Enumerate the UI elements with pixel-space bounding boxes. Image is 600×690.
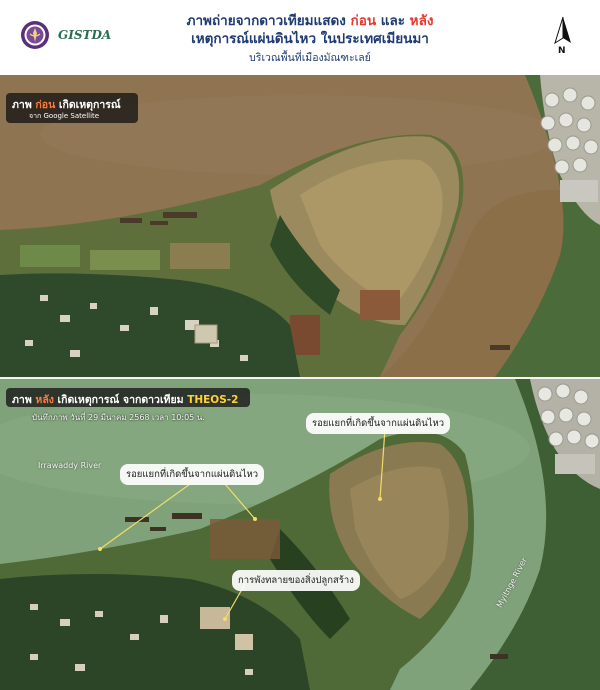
after-caption: ภาพ หลัง เกิดเหตุการณ์ จากดาวเทียม THEOS… [6,388,250,407]
agency-emblem-icon [21,21,49,49]
title-pre: ภาพถ่ายจากดาวเทียมแสดง [186,13,351,29]
after-capture-date: บันทึกภาพ วันที่ 29 มีนาคม 2568 เวลา 10:… [32,413,205,422]
after-caption-prefix: ภาพ [12,394,36,406]
before-caption-prefix: ภาพ [12,99,36,111]
header: GISTDA ภาพถ่ายจากดาวเทียมแสดง ก่อน และ ห… [0,0,600,75]
collapse-label: การพังทลายของสิ่งปลูกสร้าง [232,570,360,591]
title-line-1: ภาพถ่ายจากดาวเทียมแสดง ก่อน และ หลัง [120,12,500,30]
gistda-logo: GISTDA [58,28,112,42]
before-caption-suffix: เกิดเหตุการณ์ [55,99,121,111]
infographic: GISTDA ภาพถ่ายจากดาวเทียมแสดง ก่อน และ ห… [0,0,600,690]
before-caption: ภาพ ก่อน เกิดเหตุการณ์ จาก Google Satell… [6,93,138,123]
before-caption-source: จาก Google Satellite [29,112,100,120]
north-label: N [558,46,566,56]
crack-label-right: รอยแยกที่เกิดขึ้นจากแผ่นดินไหว [306,413,451,434]
after-caption-title: ภาพ หลัง เกิดเหตุการณ์ จากดาวเทียม THEOS… [12,391,238,408]
title-line-2: เหตุการณ์แผ่นดินไหว ในประเทศเมียนมา [191,31,429,47]
before-caption-highlight: ก่อน [35,99,56,111]
crack-label-left: รอยแยกที่เกิดขึ้นจากแผ่นดินไหว [120,464,265,485]
page-title: ภาพถ่ายจากดาวเทียมแสดง ก่อน และ หลัง เหต… [120,12,500,48]
after-caption-mid: เกิดเหตุการณ์ จากดาวเทียม [53,394,188,406]
page-subtitle: บริเวณพื้นที่เมืองมัณฑะเลย์ [249,52,371,64]
title-after-word: หลัง [409,13,434,29]
irrawaddy-river-label: Irrawaddy River [38,461,102,470]
title-mid: และ [376,13,410,29]
after-caption-highlight: หลัง [35,394,54,406]
title-before-word: ก่อน [350,13,377,29]
after-satellite-image [0,379,600,690]
after-caption-satellite: THEOS-2 [187,394,239,406]
